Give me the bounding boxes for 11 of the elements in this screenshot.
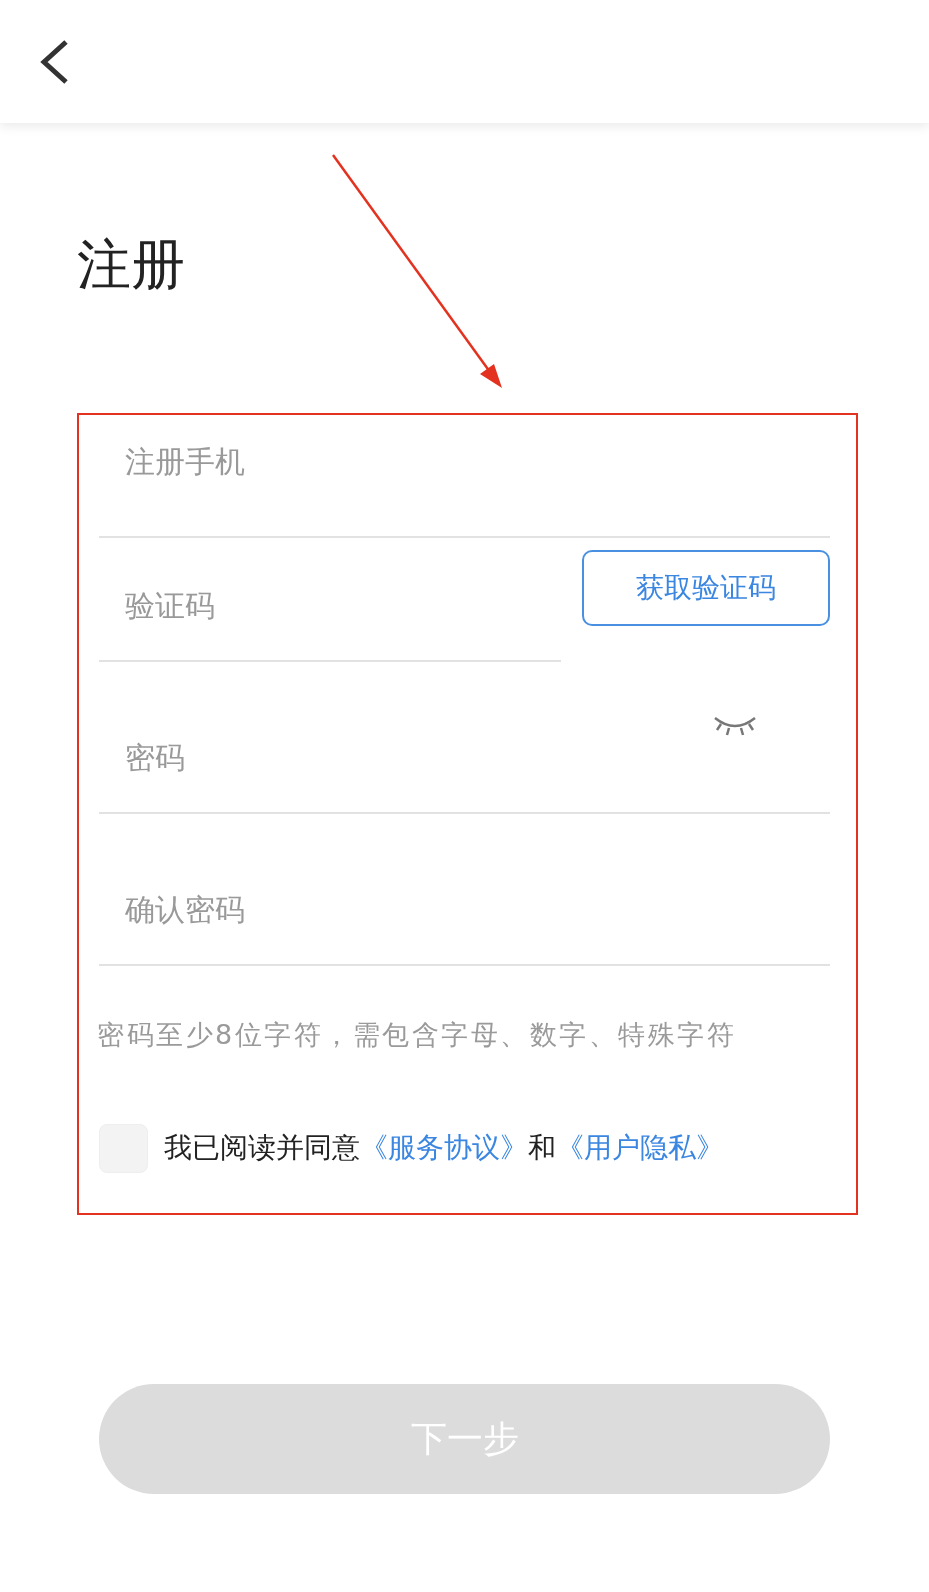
back-icon[interactable]	[38, 38, 70, 85]
user-privacy-link[interactable]: 《用户隐私》	[556, 1131, 724, 1164]
agreement-text: 我已阅读并同意《服务协议》和《用户隐私》	[164, 1130, 724, 1166]
page-title: 注册	[77, 238, 186, 292]
code-field[interactable]: 验证码	[99, 550, 561, 662]
password-field[interactable]: 密码	[99, 662, 830, 814]
get-code-button[interactable]: 获取验证码	[582, 550, 830, 626]
phone-field[interactable]: 注册手机	[99, 411, 830, 538]
confirm-password-field[interactable]: 确认密码	[99, 814, 830, 966]
service-agreement-link[interactable]: 《服务协议》	[360, 1131, 528, 1164]
password-hint: 密码至少8位字符，需包含字母、数字、特殊字符	[97, 1018, 738, 1052]
